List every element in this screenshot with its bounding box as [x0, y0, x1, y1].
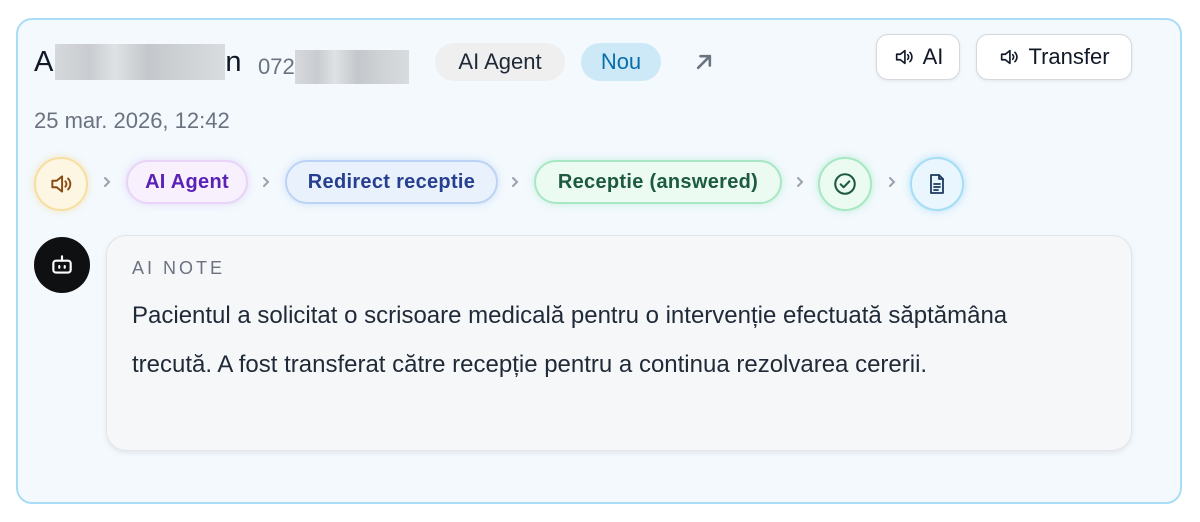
ai-note-text: Pacientul a solicitat o scrisoare medica…: [132, 302, 1008, 378]
flow-step-document[interactable]: [910, 157, 964, 211]
chevron-right-icon: [512, 177, 519, 187]
play-transfer-label: Transfer: [1028, 44, 1110, 69]
play-ai-label: AI: [922, 44, 944, 69]
call-timestamp: 25 mar. 2026, 12:42: [34, 108, 230, 133]
phone-prefix: 072: [258, 54, 295, 79]
chevron-right-icon: [889, 177, 896, 187]
chevron-right-icon: [797, 177, 804, 187]
speaker-icon: [1001, 49, 1019, 65]
flow-step-completed[interactable]: [818, 157, 872, 211]
caller-name-tail: n: [225, 45, 242, 78]
flow-step-reception[interactable]: Receptie (answered): [534, 160, 782, 204]
caller-name-redacted: [55, 44, 226, 80]
check-circle-icon: [834, 173, 856, 195]
status-badge: Nou: [581, 43, 661, 81]
speaker-icon: [51, 175, 72, 193]
play-ai-button[interactable]: AI: [876, 34, 960, 80]
flow-step-audio[interactable]: [34, 157, 88, 211]
ai-note-label: AI NOTE: [132, 258, 226, 278]
ai-note: AI NOTE Pacientul a solicitat o scrisoar…: [106, 235, 1132, 451]
bot-icon: [52, 255, 72, 274]
bot-avatar: [34, 237, 90, 293]
speaker-icon: [895, 49, 913, 65]
phone-redacted: [294, 50, 409, 84]
chevron-right-icon: [104, 177, 111, 187]
flow-step-ai-agent[interactable]: AI Agent: [126, 160, 248, 204]
chevron-right-icon: [263, 177, 270, 187]
document-icon: [930, 174, 944, 194]
open-external-icon[interactable]: [690, 48, 718, 76]
flow-step-redirect[interactable]: Redirect receptie: [285, 160, 498, 204]
caller-name: A n: [34, 44, 241, 80]
caller-name-initial: A: [34, 45, 54, 78]
caller-phone: 072: [258, 50, 409, 84]
agent-badge: AI Agent: [435, 43, 565, 81]
play-transfer-button[interactable]: Transfer: [976, 34, 1132, 80]
